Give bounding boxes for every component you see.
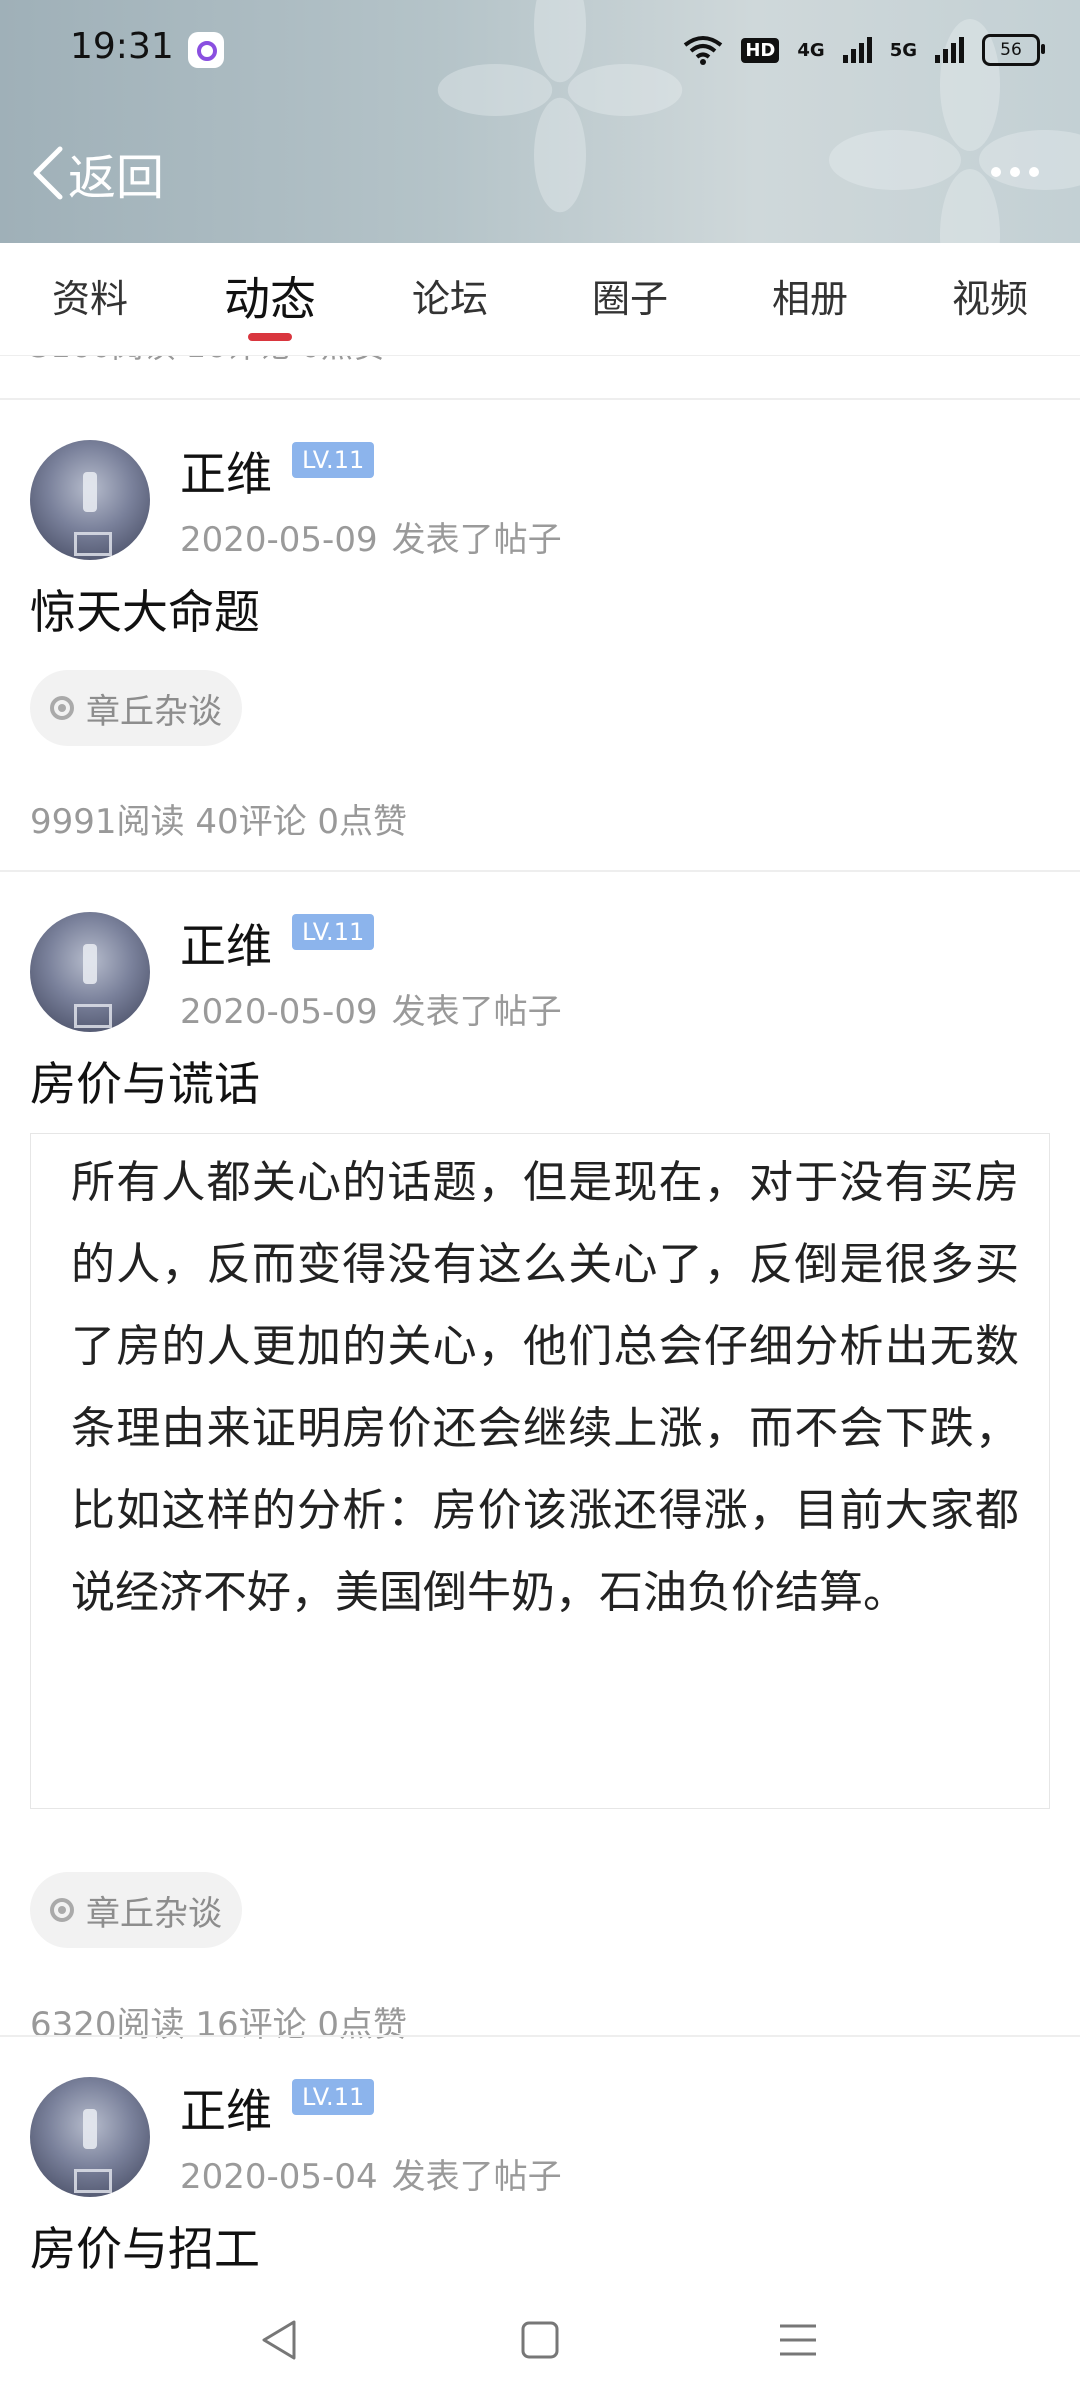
post-title[interactable]: 房价与招工 xyxy=(30,2213,260,2279)
battery-icon: 56 xyxy=(982,34,1045,66)
circle-tag-icon xyxy=(50,1898,74,1922)
active-tab-indicator xyxy=(248,333,292,341)
tab-profile[interactable]: 资料 xyxy=(0,243,180,355)
avatar[interactable] xyxy=(30,2077,150,2197)
tab-album[interactable]: 相册 xyxy=(720,243,900,355)
circle-tag[interactable]: 章丘杂谈 xyxy=(30,1872,242,1948)
post-stats: 3160阅读 16评论 0点赞 xyxy=(30,355,385,367)
username[interactable]: 正维 xyxy=(180,438,272,504)
back-label: 返回 xyxy=(68,150,165,206)
profile-header: 19:31 HD 4G 5G 56 返回 xyxy=(0,0,1080,243)
system-nav-bar xyxy=(0,2280,1080,2400)
post-excerpt[interactable]: 所有人都关心的话题，但是现在，对于没有买房的人，反而变得没有这么关心了，反倒是很… xyxy=(30,1133,1050,1809)
tab-bar: 资料 动态 论坛 圈子 相册 视频 xyxy=(0,243,1080,356)
status-time: 19:31 xyxy=(70,26,174,67)
signal-icon xyxy=(935,37,964,63)
post-meta: 2020-05-04 发表了帖子 xyxy=(180,2157,562,2197)
nav-home-icon[interactable] xyxy=(510,2310,570,2370)
tab-video[interactable]: 视频 xyxy=(900,243,1080,355)
circle-tag-icon xyxy=(50,696,74,720)
post-meta: 2020-05-09 发表了帖子 xyxy=(180,520,562,560)
network-4g-label: 4G xyxy=(797,39,825,61)
nav-menu-icon[interactable] xyxy=(768,2310,828,2370)
network-5g-label: 5G xyxy=(889,39,917,61)
tab-activity[interactable]: 动态 xyxy=(180,243,360,355)
post-title[interactable]: 房价与谎话 xyxy=(30,1048,260,1114)
level-badge: LV.11 xyxy=(292,914,375,950)
status-bar: 19:31 HD 4G 5G 56 xyxy=(0,0,1080,100)
back-button[interactable]: 返回 xyxy=(30,138,164,208)
signal-icon xyxy=(842,37,872,63)
level-badge: LV.11 xyxy=(292,2079,375,2115)
username[interactable]: 正维 xyxy=(180,910,272,976)
tab-circles[interactable]: 圈子 xyxy=(540,243,720,355)
activity-feed: 3160阅读 16评论 0点赞 正维 LV.11 2020-05-09发表了帖子… xyxy=(0,355,1080,2280)
post-card[interactable]: 正维 LV.11 2020-05-04 发表了帖子 房价与招工 xyxy=(0,2037,1080,2280)
wifi-icon xyxy=(684,36,723,65)
hd-voice-icon: HD xyxy=(741,37,780,63)
notification-app-icon xyxy=(188,32,224,68)
post-title[interactable]: 惊天大命题 xyxy=(30,576,260,642)
chevron-left-icon xyxy=(33,146,63,200)
status-icons: HD 4G 5G 56 xyxy=(683,30,1045,70)
avatar[interactable] xyxy=(30,440,150,560)
circle-tag[interactable]: 章丘杂谈 xyxy=(30,670,242,746)
username[interactable]: 正维 xyxy=(180,2075,272,2141)
level-badge: LV.11 xyxy=(292,442,375,478)
nav-back-icon[interactable] xyxy=(250,2310,310,2370)
post-meta: 2020-05-09 发表了帖子 xyxy=(180,992,562,1032)
post-card[interactable]: 正维 LV.11 2020-05-09 发表了帖子 房价与谎话 所有人都关心的话题… xyxy=(0,872,1080,2045)
avatar[interactable] xyxy=(30,912,150,1032)
more-dots-icon[interactable] xyxy=(980,150,1050,194)
post-stats: 9991阅读 40评论 0点赞 xyxy=(30,802,408,842)
tab-forum[interactable]: 论坛 xyxy=(360,243,540,355)
